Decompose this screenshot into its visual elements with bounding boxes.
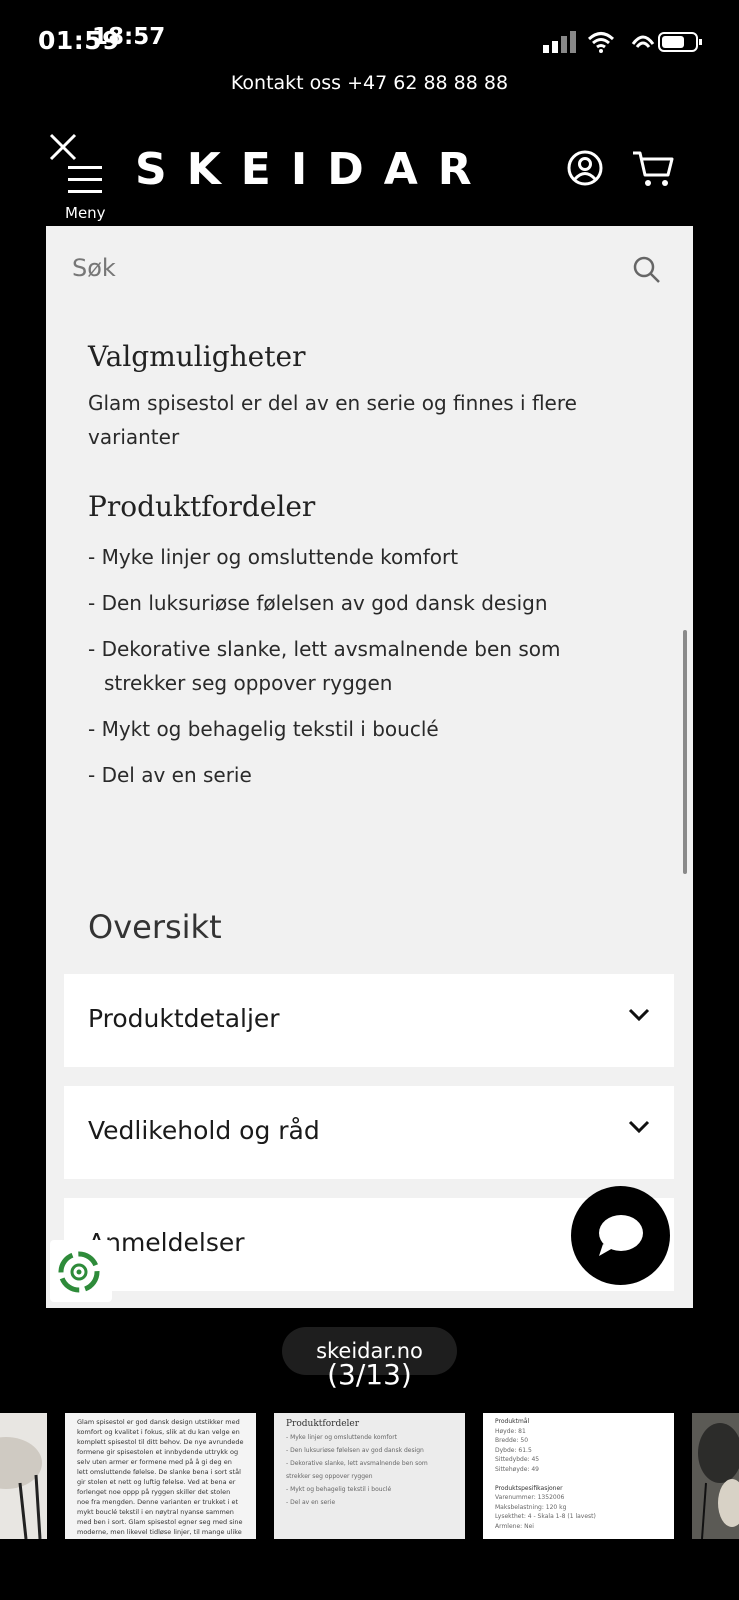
eco-badge[interactable] — [50, 1240, 112, 1302]
wifi-icon — [587, 32, 615, 53]
accordion-product-details[interactable]: Produktdetaljer — [64, 974, 674, 1067]
thumbnail-line: Bredde: 50 — [495, 1437, 529, 1444]
chat-bubble-icon — [599, 1215, 643, 1256]
thumbnail-line: - Dekorative slanke, lett avsmalnende be… — [286, 1460, 428, 1467]
overview-title: Oversikt — [88, 908, 222, 946]
thumbnail-line: Armlene: Nei — [495, 1522, 534, 1530]
thumbnail-line: Maksbelastning: 120 kg — [495, 1503, 567, 1511]
thumbnail-1[interactable] — [0, 1413, 47, 1539]
thumbnail-line: Høyde: 81 — [495, 1427, 526, 1435]
site-header: Meny SKEIDAR — [0, 120, 739, 225]
benefit-item: - Den luksuriøse følelsen av god dansk d… — [88, 591, 548, 615]
cart-icon[interactable] — [632, 150, 674, 188]
search-bar[interactable]: Søk — [46, 226, 693, 308]
search-icon[interactable] — [633, 256, 661, 284]
thumbnail-strip: Glam spisestol er god dansk design utsti… — [0, 1413, 739, 1539]
chat-button[interactable] — [571, 1186, 670, 1285]
thumbnail-line: Sittedybde: 45 — [495, 1456, 540, 1463]
thumbnail-line: Produktspesifikasjoner — [495, 1484, 563, 1492]
recycle-icon — [58, 1251, 100, 1293]
thumbnail-line — [483, 1474, 674, 1484]
content-panel: Søk Valgmuligheter Glam spisestol er del… — [46, 226, 693, 1308]
contact-bar[interactable]: Kontakt oss +47 62 88 88 88 — [0, 72, 739, 94]
status-icons — [543, 30, 705, 54]
thumbnail-line: - Den luksuriøse følelsen av god dansk d… — [286, 1447, 424, 1454]
accordion-maintenance[interactable]: Vedlikehold og råd — [64, 1086, 674, 1179]
status-bar: 01:59 18:57 — [0, 0, 739, 70]
thumbnail-line: Produktmål — [495, 1418, 530, 1425]
thumbnail-title: Produktfordeler — [286, 1419, 360, 1429]
thumbnail-text: Glam spisestol er god dansk design utsti… — [77, 1418, 244, 1539]
search-input[interactable]: Søk — [72, 254, 116, 282]
benefit-item: - Mykt og behagelig tekstil i bouclé — [88, 717, 439, 741]
thumbnail-4[interactable]: Produktmål Høyde: 81 Bredde: 50 Dybde: 6… — [483, 1413, 674, 1539]
options-text: Glam spisestol er del av en serie og fin… — [88, 391, 577, 449]
close-icon[interactable] — [48, 132, 78, 162]
chevron-down-icon[interactable] — [628, 1008, 650, 1022]
benefit-item: - Dekorative slanke, lett avsmalnende be… — [88, 637, 561, 695]
accordion-label: Produktdetaljer — [88, 1004, 280, 1033]
thumbnail-3[interactable]: Produktfordeler - Myke linjer og omslutt… — [274, 1413, 465, 1539]
chairs-image — [692, 1413, 739, 1539]
thumbnail-line: Dybde: 61.5 — [495, 1446, 532, 1454]
chevron-down-icon[interactable] — [628, 1120, 650, 1134]
hamburger-icon[interactable] — [68, 166, 102, 194]
signal-icon — [543, 31, 576, 53]
chair-image — [0, 1437, 42, 1539]
thumbnail-line: - Mykt og behagelig tekstil i bouclé — [286, 1486, 392, 1493]
user-icon[interactable] — [567, 150, 603, 186]
benefit-item: - Del av en serie — [88, 763, 252, 787]
image-counter: (3/13) — [327, 1358, 412, 1391]
thumbnail-line: - Del av en serie — [286, 1499, 336, 1506]
battery-icon — [631, 32, 702, 52]
thumbnail-spec-list: Produktmål Høyde: 81 Bredde: 50 Dybde: 6… — [483, 1413, 674, 1531]
thumbnail-line: - Myke linjer og omsluttende komfort — [286, 1434, 398, 1441]
menu-button[interactable]: Meny — [48, 132, 120, 222]
thumbnail-line: Varenummer: 1352006 — [495, 1494, 565, 1501]
status-time-overlay: 18:57 — [92, 24, 166, 50]
benefits-title: Produktfordeler — [88, 490, 316, 523]
logo[interactable]: SKEIDAR — [135, 144, 492, 195]
scrollbar[interactable] — [683, 630, 687, 874]
accordion-label: Vedlikehold og råd — [88, 1116, 320, 1145]
thumbnail-line: Lysekthet: 4 - Skala 1-8 (1 lavest) — [495, 1513, 596, 1520]
benefit-item: - Myke linjer og omsluttende komfort — [88, 545, 459, 569]
options-title: Valgmuligheter — [88, 340, 306, 373]
thumbnail-5[interactable] — [692, 1413, 739, 1539]
thumbnail-line: Sittehøyde: 49 — [495, 1465, 539, 1473]
thumbnail-line: strekker seg oppover ryggen — [286, 1473, 373, 1480]
menu-label: Meny — [65, 204, 106, 222]
thumbnail-2[interactable]: Glam spisestol er god dansk design utsti… — [65, 1413, 256, 1539]
